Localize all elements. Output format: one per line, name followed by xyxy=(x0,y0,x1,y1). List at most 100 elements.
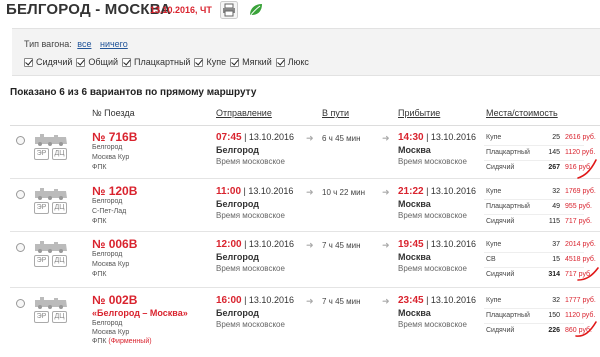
checkbox-label: Плацкартный xyxy=(134,57,191,67)
checkbox-checked-icon[interactable] xyxy=(230,57,240,67)
checkbox-platzkart[interactable]: Плацкартный xyxy=(122,57,190,67)
train-number[interactable]: № 006В xyxy=(92,237,137,251)
departure-timezone: Время московское xyxy=(216,264,285,273)
arrival-timezone: Время московское xyxy=(398,157,467,166)
seat-type: СВ xyxy=(486,256,496,263)
seat-type: Купе xyxy=(486,241,502,248)
seat-type: Сидячий xyxy=(486,218,515,225)
seat-type: Купе xyxy=(486,134,502,141)
travel-duration: 6 ч 45 мин xyxy=(322,134,361,143)
checkbox-checked-icon[interactable] xyxy=(76,57,86,67)
departure-datetime: 11:00 | 13.10.2016 xyxy=(216,186,293,197)
locomotive-icon xyxy=(35,188,67,200)
seat-price[interactable]: 1120 руб. xyxy=(565,149,595,156)
seat-divider xyxy=(484,267,584,268)
seat-price[interactable]: 2616 руб. xyxy=(565,134,596,141)
carrier: ФПК xyxy=(92,271,107,278)
train-number[interactable]: № 716В xyxy=(92,130,137,144)
seat-type: Плацкартный xyxy=(486,203,530,210)
checkbox-label: Купе xyxy=(206,57,227,67)
train-select-radio[interactable] xyxy=(16,136,25,145)
seat-price[interactable]: 1120 руб. xyxy=(565,312,595,319)
route-to: Москва Кур xyxy=(92,154,130,161)
column-header-transit[interactable]: В пути xyxy=(322,108,349,118)
filter-label-row: Тип вагона: все ничего xyxy=(24,39,128,49)
route-to: Москва Кур xyxy=(92,261,130,268)
locomotive-icon xyxy=(35,134,67,146)
seat-price[interactable]: 1777 руб. xyxy=(565,297,596,304)
seat-divider xyxy=(484,308,584,309)
page-header: БЕЛГОРОД - МОСКВА 13.10.2016, ЧТ xyxy=(0,0,600,22)
row-divider xyxy=(10,231,600,232)
arrow-right-icon: ➜ xyxy=(382,240,390,250)
route-date: 13.10.2016, ЧТ xyxy=(150,5,212,15)
column-header-arrival[interactable]: Прибытие xyxy=(398,108,440,118)
column-header-train[interactable]: № Поезда xyxy=(92,108,135,118)
seat-price[interactable]: 4518 руб. xyxy=(565,256,596,263)
seat-price[interactable]: 717 руб. xyxy=(565,218,592,225)
checkbox-checked-icon[interactable] xyxy=(275,57,285,67)
select-none-link[interactable]: ничего xyxy=(100,39,128,49)
seat-price[interactable]: 1769 руб. xyxy=(565,188,596,195)
arrival-station: Москва xyxy=(398,252,431,262)
travel-duration: 7 ч 45 мин xyxy=(322,297,361,306)
eco-leaf-icon[interactable] xyxy=(247,1,265,19)
print-icon[interactable] xyxy=(220,1,238,19)
wagon-type-filter: Тип вагона: все ничего Сидячий Общий Пла… xyxy=(12,28,600,76)
departure-datetime: 07:45 | 13.10.2016 xyxy=(216,132,294,143)
seat-price[interactable]: 916 руб. xyxy=(565,164,592,171)
departure-timezone: Время московское xyxy=(216,157,285,166)
checkbox-soft[interactable]: Мягкий xyxy=(230,57,272,67)
seat-type: Купе xyxy=(486,188,502,195)
seat-divider xyxy=(484,199,584,200)
route-to: Москва Кур xyxy=(92,329,130,336)
checkbox-checked-icon[interactable] xyxy=(194,57,204,67)
carrier: ФПК xyxy=(92,218,107,225)
arrow-right-icon: ➜ xyxy=(306,133,314,143)
arrow-right-icon: ➜ xyxy=(382,133,390,143)
departure-datetime: 16:00 | 13.10.2016 xyxy=(216,295,294,306)
seat-type: Плацкартный xyxy=(486,312,530,319)
seat-type: Сидячий xyxy=(486,327,515,334)
arrow-right-icon: ➜ xyxy=(306,187,314,197)
checkbox-seated[interactable]: Сидячий xyxy=(24,57,72,67)
arrow-right-icon: ➜ xyxy=(382,296,390,306)
checkbox-checked-icon[interactable] xyxy=(24,57,33,67)
travel-duration: 10 ч 22 мин xyxy=(322,188,366,197)
arrival-date: | 13.10.2016 xyxy=(423,186,476,196)
train-select-radio[interactable] xyxy=(16,190,25,199)
select-all-link[interactable]: все xyxy=(77,39,91,49)
departure-time: 16:00 xyxy=(216,295,242,306)
checkbox-kupe[interactable]: Купе xyxy=(194,57,226,67)
checkbox-common[interactable]: Общий xyxy=(76,57,118,67)
train-brand-name: «Белгород – Москва» xyxy=(92,308,188,318)
departure-time: 12:00 xyxy=(216,239,242,250)
travel-duration: 7 ч 45 мин xyxy=(322,241,361,250)
arrow-right-icon: ➜ xyxy=(306,240,314,250)
seat-price[interactable]: 955 руб. xyxy=(565,203,592,210)
arrival-date: | 13.10.2016 xyxy=(423,132,476,142)
arrival-time: 19:45 xyxy=(398,239,424,250)
train-number[interactable]: № 002В xyxy=(92,293,137,307)
carrier-brand: (Фирменный) xyxy=(108,338,152,345)
checkbox-lux[interactable]: Люкс xyxy=(275,57,309,67)
train-number[interactable]: № 120В xyxy=(92,184,137,198)
arrival-time: 21:22 xyxy=(398,186,424,197)
route-from: Белгород xyxy=(92,198,123,205)
seat-price[interactable]: 860 руб. xyxy=(565,327,592,334)
seat-price[interactable]: 2014 руб. xyxy=(565,241,596,248)
carrier-line: ФПК (Фирменный) xyxy=(92,338,152,345)
row-divider xyxy=(10,287,600,288)
arrival-timezone: Время московское xyxy=(398,320,467,329)
train-select-radio[interactable] xyxy=(16,243,25,252)
checkbox-checked-icon[interactable] xyxy=(122,57,132,67)
arrival-timezone: Время московское xyxy=(398,211,467,220)
column-header-departure[interactable]: Отправление xyxy=(216,108,272,118)
train-select-radio[interactable] xyxy=(16,299,25,308)
arrival-datetime: 14:30 | 13.10.2016 xyxy=(398,132,476,143)
locomotive-icon xyxy=(35,297,67,309)
arrow-right-icon: ➜ xyxy=(306,296,314,306)
departure-datetime: 12:00 | 13.10.2016 xyxy=(216,239,294,250)
checkbox-label: Люкс xyxy=(287,57,309,67)
seat-price[interactable]: 717 руб. xyxy=(565,271,592,278)
